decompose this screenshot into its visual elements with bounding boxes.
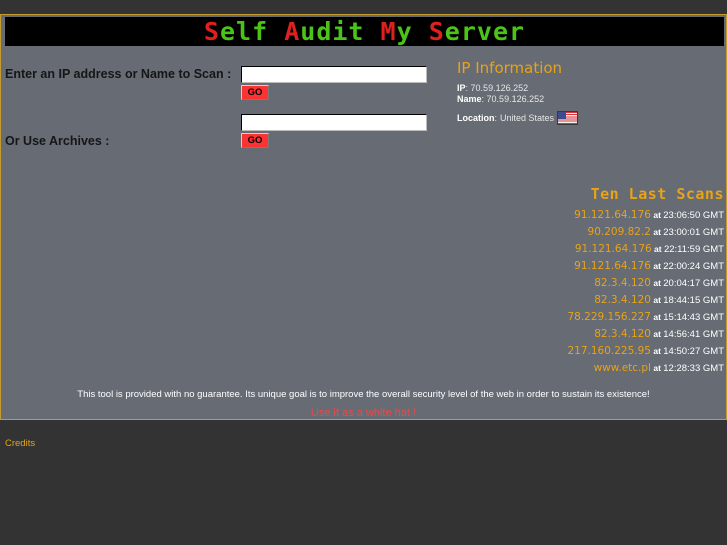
scan-form-controls: GO	[241, 66, 427, 100]
scan-at-label: at	[650, 295, 664, 305]
ip-address-value: 70.59.126.252	[470, 83, 529, 93]
host-name-separator: :	[481, 93, 485, 104]
page-title-segment-7: y	[396, 17, 413, 46]
site-container: Self Audit My Server Enter an IP address…	[0, 14, 727, 450]
scan-row: www.etc.pl at 12:28:33 GMT	[401, 360, 724, 377]
archives-input[interactable]	[241, 114, 427, 131]
scan-row: 78.229.156.227 at 15:14:43 GMT	[401, 309, 724, 326]
ten-last-scans-list: 91.121.64.176 at 23:06:50 GMT 90.209.82.2…	[401, 207, 724, 377]
scan-target-link[interactable]: 78.229.156.227	[567, 311, 651, 323]
host-name-key: Name	[457, 93, 482, 104]
scan-at-label: at	[650, 210, 664, 220]
page-title-segment-10: erver	[444, 17, 526, 46]
scan-target-link[interactable]: 82.3.4.120	[594, 277, 651, 289]
page-title-segment-1: elf	[219, 17, 269, 46]
footer-warning: Use it as a white hat !	[310, 407, 417, 419]
scan-timestamp: 12:28:33 GMT	[663, 363, 724, 374]
page-shell: Self Audit My Server Enter an IP address…	[0, 0, 727, 545]
ip-address-row: IP: 70.59.126.252	[457, 83, 723, 94]
location-key: Location	[457, 112, 495, 123]
scan-form: Enter an IP address or Name to Scan : GO…	[5, 66, 445, 156]
scan-target-link[interactable]: 91.121.64.176	[574, 209, 651, 221]
scan-at-label: at	[651, 244, 664, 254]
scan-timestamp: 15:14:43 GMT	[663, 312, 724, 323]
ip-address-key: IP	[457, 83, 466, 93]
location-separator: :	[494, 112, 498, 123]
page-title-segment-0: S	[203, 17, 220, 46]
page-title-segment-6: M	[380, 17, 397, 46]
location-value: United States	[500, 112, 555, 123]
scan-row: 82.3.4.120 at 18:44:15 GMT	[401, 292, 724, 309]
scan-target-link[interactable]: 217.160.225.95	[567, 345, 651, 357]
scan-target-link[interactable]: www.etc.pl	[594, 362, 651, 374]
scan-at-label: at	[650, 363, 664, 373]
footer-disclaimer: This tool is provided with no guarantee.…	[77, 389, 650, 400]
page-title: Self Audit My Server	[5, 17, 724, 46]
scan-row: 91.121.64.176 at 22:11:59 GMT	[401, 241, 724, 258]
us-flag-icon	[557, 111, 579, 125]
scan-row: 91.121.64.176 at 23:06:50 GMT	[401, 207, 724, 224]
scan-target-link[interactable]: 82.3.4.120	[594, 328, 651, 340]
scan-target-link[interactable]: 91.121.64.176	[575, 243, 652, 255]
scan-row: 82.3.4.120 at 20:04:17 GMT	[401, 275, 724, 292]
page-title-segment-4: udit	[300, 17, 365, 46]
archives-input-label: Or Use Archives :	[5, 134, 110, 148]
ten-last-scans-panel: Ten Last Scans 91.121.64.176 at 23:06:50…	[401, 186, 724, 377]
scan-form-row: Enter an IP address or Name to Scan : GO	[5, 66, 445, 108]
scan-timestamp: 20:04:17 GMT	[663, 278, 724, 289]
scan-at-label: at	[650, 312, 664, 322]
ten-last-scans-heading: Ten Last Scans	[590, 185, 724, 203]
scan-timestamp: 23:06:50 GMT	[663, 210, 724, 221]
scan-at-label: at	[650, 261, 664, 271]
scan-timestamp: 23:00:01 GMT	[663, 227, 724, 238]
scan-timestamp: 14:56:41 GMT	[663, 329, 724, 340]
scan-timestamp: 22:11:59 GMT	[663, 244, 724, 255]
scan-timestamp: 18:44:15 GMT	[663, 295, 724, 306]
archives-form-controls: GO	[241, 114, 427, 148]
ip-address-separator: :	[465, 83, 469, 93]
archives-form-row: Or Use Archives : GO	[5, 114, 445, 156]
credits-link[interactable]: Credits	[5, 438, 35, 450]
ip-information-panel: IP Information IP: 70.59.126.252 Name: 7…	[457, 60, 723, 125]
scan-at-label: at	[650, 329, 664, 339]
scan-row: 90.209.82.2 at 23:00:01 GMT	[401, 224, 724, 241]
scan-at-label: at	[650, 227, 664, 237]
ip-information-heading: IP Information	[457, 59, 563, 77]
location-row: Location: United States	[457, 111, 723, 125]
scan-target-link[interactable]: 90.209.82.2	[588, 226, 651, 238]
scan-target-link[interactable]: 91.121.64.176	[574, 260, 651, 272]
scan-row: 82.3.4.120 at 14:56:41 GMT	[401, 326, 724, 343]
scan-go-button[interactable]: GO	[241, 85, 269, 100]
page-title-segment-2	[268, 17, 284, 46]
scan-timestamp: 14:50:27 GMT	[663, 346, 724, 357]
scan-target-input[interactable]	[241, 66, 427, 83]
content-area: Enter an IP address or Name to Scan : GO…	[1, 46, 726, 450]
page-title-segment-5	[364, 17, 380, 46]
footer: This tool is provided with no guarantee.…	[1, 388, 726, 421]
archives-go-button[interactable]: GO	[241, 133, 269, 148]
page-title-segment-8	[413, 17, 429, 46]
scan-row: 91.121.64.176 at 22:00:24 GMT	[401, 258, 724, 275]
scan-at-label: at	[650, 278, 664, 288]
scan-timestamp: 22:00:24 GMT	[663, 261, 724, 272]
host-name-value: 70.59.126.252	[486, 93, 545, 104]
host-name-row: Name: 70.59.126.252	[457, 94, 723, 105]
site-banner: Self Audit My Server	[5, 17, 724, 46]
scan-row: 217.160.225.95 at 14:50:27 GMT	[401, 343, 724, 360]
scan-input-label: Enter an IP address or Name to Scan :	[5, 67, 232, 81]
scan-at-label: at	[650, 346, 664, 356]
scan-target-link[interactable]: 82.3.4.120	[594, 294, 651, 306]
page-title-segment-9: S	[428, 17, 445, 46]
page-title-segment-3: A	[284, 17, 301, 46]
